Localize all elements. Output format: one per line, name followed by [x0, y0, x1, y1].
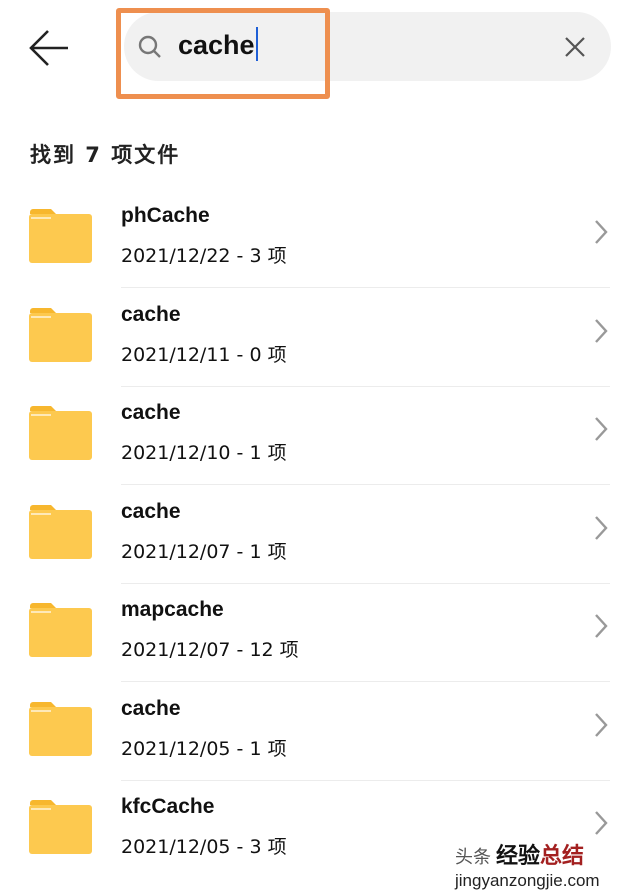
chevron-right-icon: [595, 318, 608, 343]
folder-meta: 2021/12/05 - 3 项: [121, 836, 287, 858]
folder-name: phCache: [121, 204, 210, 227]
chevron-right-icon: [595, 614, 608, 638]
chevron-right-icon: [595, 515, 608, 540]
back-arrow-icon[interactable]: [28, 28, 70, 68]
folder-meta: 2021/12/07 - 12 项: [121, 639, 299, 661]
list-item[interactable]: mapcache 2021/12/07 - 12 项: [0, 584, 640, 682]
folder-icon: [29, 209, 92, 263]
folder-meta: 2021/12/22 - 3 项: [121, 245, 287, 267]
folder-name: cache: [121, 302, 181, 326]
folder-meta: 2021/12/07 - 1 项: [121, 540, 287, 563]
folder-icon: [29, 406, 92, 460]
folder-icon: [29, 701, 92, 756]
list-item[interactable]: phCache 2021/12/22 - 3 项: [0, 190, 640, 288]
highlight-box: [116, 8, 330, 99]
watermark: 头条 经验总结 jingyanzongjie.com: [455, 843, 600, 890]
folder-icon: [29, 603, 92, 657]
result-count: 找到 7 项文件: [30, 143, 181, 167]
folder-name: cache: [121, 401, 181, 424]
folder-name: cache: [121, 696, 181, 720]
folder-meta: 2021/12/10 - 1 项: [121, 442, 287, 464]
folder-name: kfcCache: [121, 795, 215, 818]
folder-name: mapcache: [121, 598, 224, 621]
list-item[interactable]: cache 2021/12/10 - 1 项: [0, 387, 640, 485]
list-item[interactable]: cache 2021/12/05 - 1 项: [0, 683, 640, 781]
folder-icon: [29, 504, 92, 559]
close-icon[interactable]: [564, 36, 586, 58]
chevron-right-icon: [595, 220, 608, 244]
list-item[interactable]: cache 2021/12/11 - 0 项: [0, 289, 640, 387]
folder-icon: [29, 800, 92, 854]
folder-icon: [29, 307, 92, 362]
chevron-right-icon: [595, 712, 608, 737]
list-item[interactable]: cache 2021/12/07 - 1 项: [0, 486, 640, 584]
chevron-right-icon: [595, 417, 608, 441]
folder-name: cache: [121, 499, 181, 523]
folder-meta: 2021/12/11 - 0 项: [121, 343, 287, 366]
folder-meta: 2021/12/05 - 1 项: [121, 737, 287, 760]
chevron-right-icon: [595, 811, 608, 835]
